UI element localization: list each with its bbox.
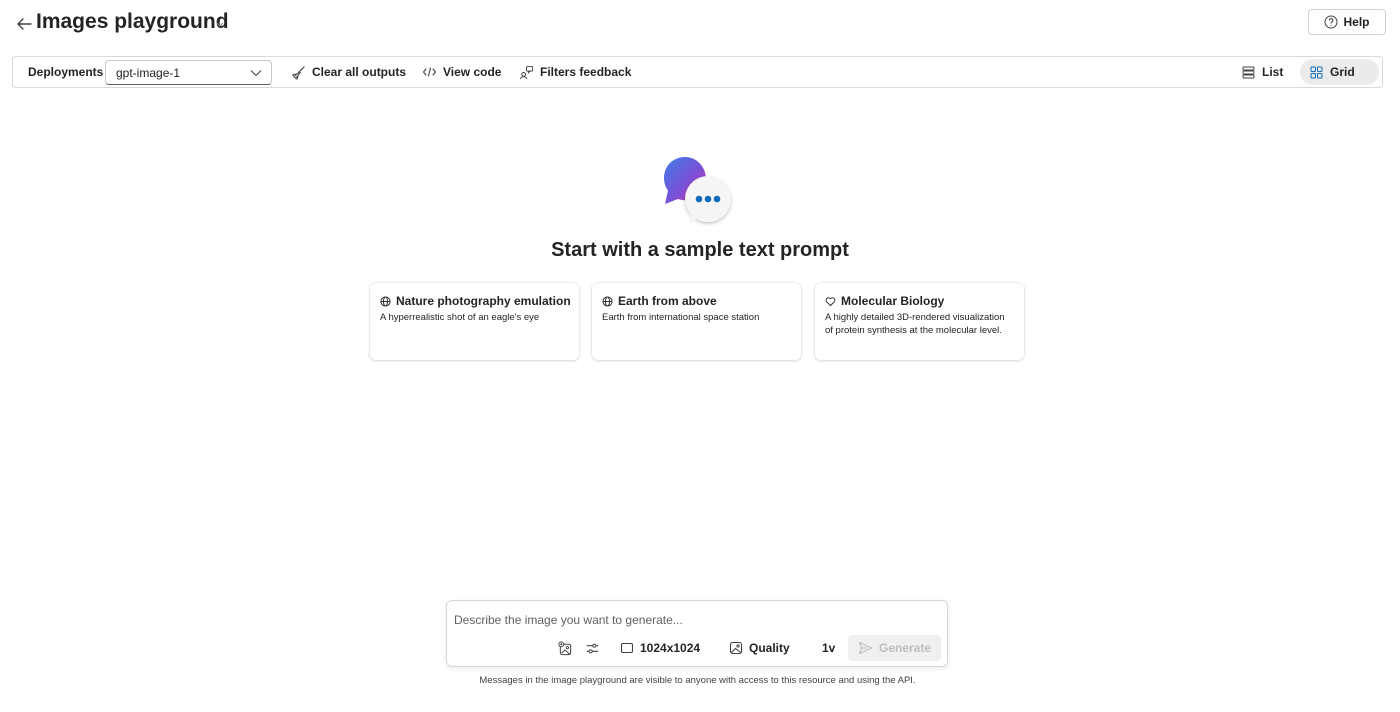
- heart-icon: [825, 296, 836, 307]
- sample-prompt-cards: Nature photography emulation A hyperreal…: [370, 283, 1025, 361]
- code-icon: [422, 66, 437, 78]
- sample-card-description: A hyperrealistic shot of an eagle's eye: [380, 312, 540, 323]
- globe-icon: [602, 295, 613, 307]
- image-quality-icon: [729, 641, 743, 655]
- filters-feedback-button[interactable]: Filters feedback: [519, 57, 631, 87]
- settings-sliders-icon[interactable]: [585, 639, 600, 657]
- clear-all-outputs-label: Clear all outputs: [312, 65, 407, 79]
- view-grid-button[interactable]: Grid: [1300, 59, 1379, 85]
- deployment-select-value: gpt-image-1: [116, 66, 181, 80]
- chat-bubbles-icon: [661, 156, 733, 226]
- back-arrow-icon[interactable]: [14, 14, 34, 34]
- disclaimer-text: Messages in the image playground are vis…: [479, 675, 916, 686]
- page-header: Images playground Help: [14, 9, 1386, 39]
- prompt-composer: 1024x1024 Quality 1v Generate: [446, 600, 948, 667]
- title-chevron-down-icon[interactable]: [215, 19, 225, 29]
- globe-icon: [380, 295, 391, 307]
- sample-card-title: Earth from above: [618, 294, 717, 308]
- square-icon: [620, 641, 634, 655]
- help-button[interactable]: Help: [1308, 9, 1386, 35]
- image-reference-icon[interactable]: [558, 639, 573, 657]
- size-label: 1024x1024: [640, 641, 701, 655]
- view-list-button[interactable]: List: [1232, 59, 1293, 85]
- deployment-select[interactable]: gpt-image-1: [105, 60, 272, 85]
- hero-title: Start with a sample text prompt: [551, 239, 849, 261]
- sample-card-nature[interactable]: Nature photography emulation A hyperreal…: [370, 283, 579, 360]
- people-feedback-icon: [519, 65, 534, 80]
- chevron-down-icon: [250, 69, 262, 77]
- clear-all-outputs-button[interactable]: Clear all outputs: [291, 57, 406, 87]
- view-code-button[interactable]: View code: [422, 57, 501, 87]
- filters-feedback-label: Filters feedback: [540, 65, 632, 79]
- deployments-label: Deployments: [28, 65, 104, 79]
- quality-label: Quality: [749, 641, 790, 655]
- sample-card-title: Molecular Biology: [841, 294, 945, 308]
- sample-card-earth[interactable]: Earth from above Earth from internationa…: [592, 283, 801, 360]
- variations-count-button[interactable]: 1v: [822, 639, 835, 657]
- list-icon: [1242, 66, 1255, 79]
- help-circle-icon: [1324, 15, 1338, 29]
- generate-label: Generate: [878, 641, 932, 655]
- send-icon: [858, 641, 873, 655]
- prompt-input[interactable]: [454, 611, 934, 629]
- variations-count-label: 1v: [822, 641, 836, 655]
- quality-button[interactable]: Quality: [729, 639, 790, 657]
- grid-icon: [1310, 66, 1323, 79]
- sample-card-title: Nature photography emulation: [396, 294, 571, 308]
- sample-card-description: Earth from international space station: [602, 312, 760, 323]
- toolbar: Deployments gpt-image-1 Clear all output…: [12, 56, 1383, 88]
- size-button[interactable]: 1024x1024: [620, 639, 700, 657]
- broom-icon: [291, 65, 306, 80]
- view-list-label: List: [1262, 65, 1284, 79]
- view-grid-label: Grid: [1330, 65, 1355, 79]
- help-label: Help: [1343, 15, 1370, 29]
- sample-card-molecular[interactable]: Molecular Biology A highly detailed 3D-r…: [815, 283, 1024, 360]
- sample-card-description: A highly detailed 3D-rendered visualizat…: [825, 312, 1005, 336]
- generate-button[interactable]: Generate: [848, 635, 941, 661]
- view-code-label: View code: [443, 65, 502, 79]
- page-title[interactable]: Images playground: [36, 10, 229, 34]
